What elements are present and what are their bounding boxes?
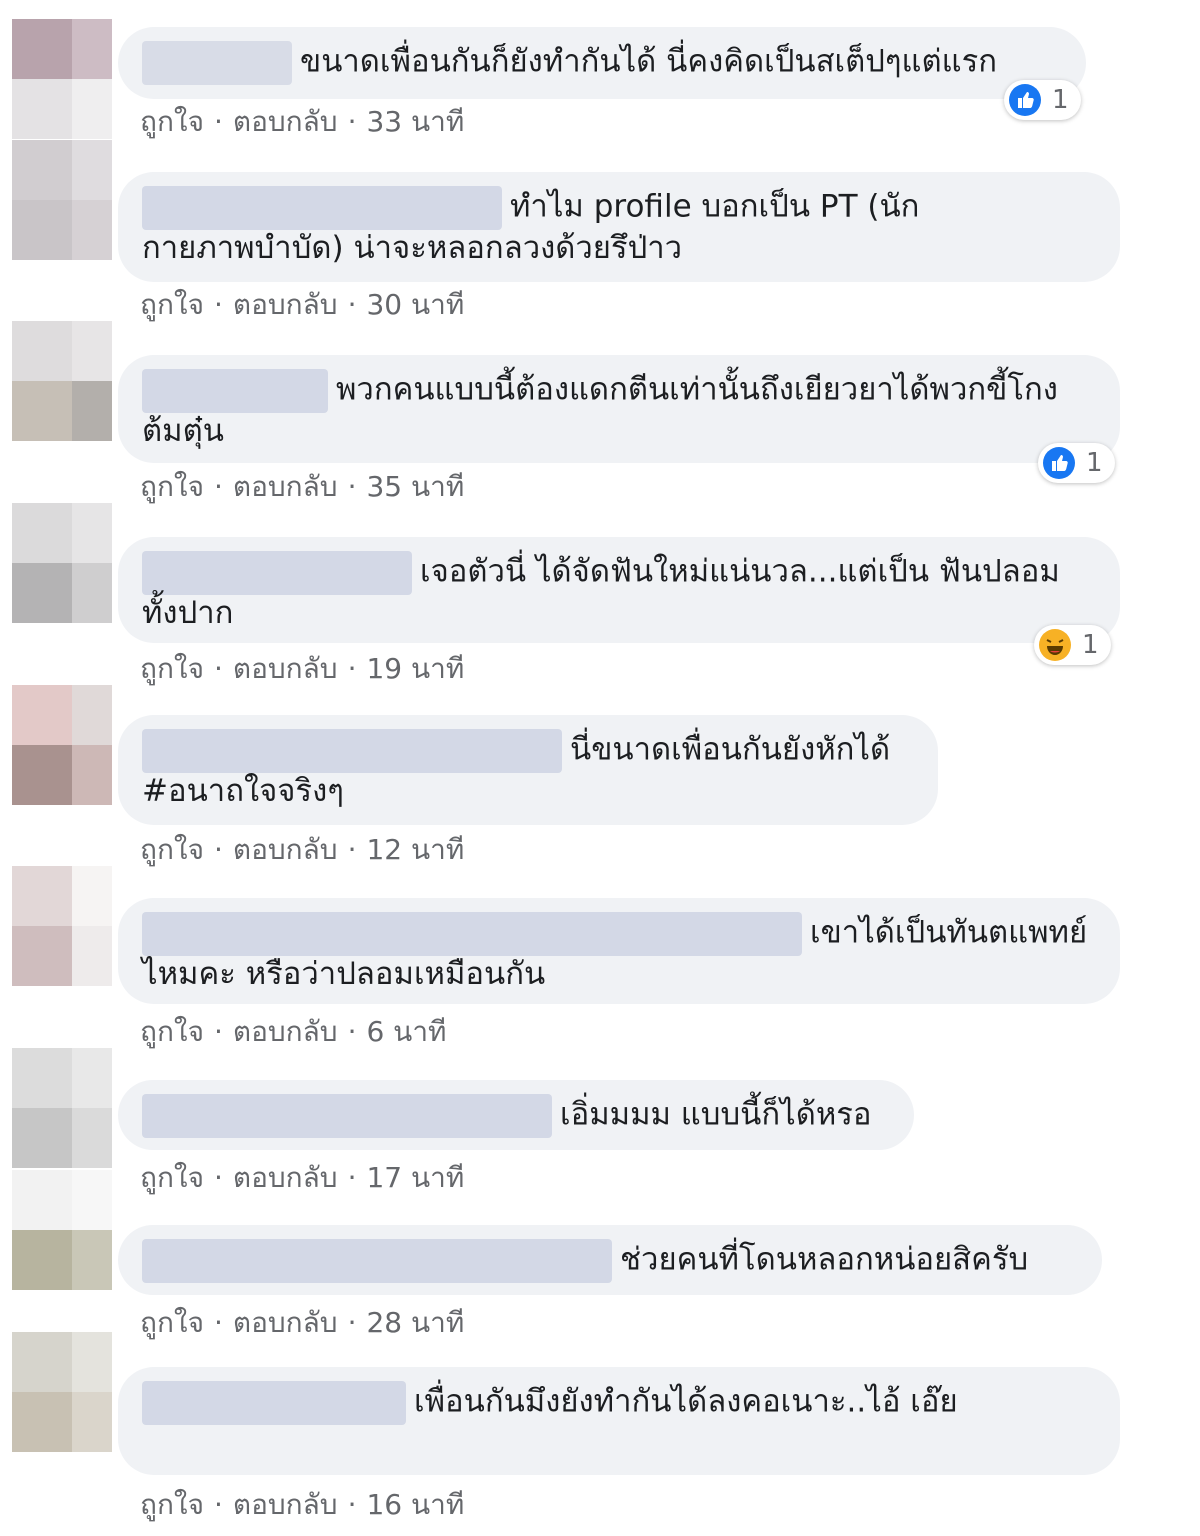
avatar[interactable] (12, 685, 112, 805)
haha-icon (1038, 628, 1072, 662)
comment-actions: ถูกใจ · ตอบกลับ · 35 นาที (140, 470, 465, 503)
reply-link[interactable]: ตอบกลับ (233, 1161, 338, 1194)
blurred-author-name[interactable] (142, 551, 412, 595)
avatar[interactable] (12, 140, 112, 260)
comment-bubble: เจอตัวนี่ ได้จัดฟันใหม่แน่นวล...แต่เป็น … (118, 537, 1120, 643)
comment-bubble: ช่วยคนที่โดนหลอกหน่อยสิครับ (118, 1225, 1102, 1295)
comment-text: ขนาดเพื่อนกันก็ยังทำกันได้ นี่คงคิดเป็นส… (300, 43, 998, 80)
like-link[interactable]: ถูกใจ (140, 833, 204, 866)
comment-time[interactable]: 30 นาที (366, 288, 464, 321)
blurred-author-name[interactable] (142, 912, 802, 956)
reaction-count[interactable]: 1 (1004, 80, 1081, 120)
avatar[interactable] (12, 866, 112, 986)
comment-time[interactable]: 17 นาที (366, 1161, 464, 1194)
comment-time[interactable]: 35 นาที (366, 470, 464, 503)
blurred-author-name[interactable] (142, 1381, 406, 1425)
reply-link[interactable]: ตอบกลับ (233, 288, 338, 321)
reply-link[interactable]: ตอบกลับ (233, 1488, 338, 1521)
reaction-count-text: 1 (1086, 448, 1103, 478)
like-link[interactable]: ถูกใจ (140, 470, 204, 503)
comment-time[interactable]: 16 นาที (366, 1488, 464, 1521)
avatar[interactable] (12, 1170, 112, 1290)
like-link[interactable]: ถูกใจ (140, 1488, 204, 1521)
like-link[interactable]: ถูกใจ (140, 1161, 204, 1194)
avatar[interactable] (12, 1332, 112, 1452)
comment-bubble: ขนาดเพื่อนกันก็ยังทำกันได้ นี่คงคิดเป็นส… (118, 27, 1086, 99)
reaction-count-text: 1 (1082, 630, 1099, 660)
blurred-author-name[interactable] (142, 186, 502, 230)
blurred-author-name[interactable] (142, 41, 292, 85)
comment-time[interactable]: 19 นาที (366, 652, 464, 685)
comment-actions: ถูกใจ · ตอบกลับ · 6 นาที (140, 1015, 447, 1048)
reply-link[interactable]: ตอบกลับ (233, 1306, 338, 1339)
blurred-author-name[interactable] (142, 1239, 612, 1283)
comment-actions: ถูกใจ · ตอบกลับ · 17 นาที (140, 1161, 465, 1194)
comment-time[interactable]: 28 นาที (366, 1306, 464, 1339)
avatar[interactable] (12, 19, 112, 139)
avatar[interactable] (12, 1048, 112, 1168)
reply-link[interactable]: ตอบกลับ (233, 105, 338, 138)
comment-text: ช่วยคนที่โดนหลอกหน่อยสิครับ (620, 1241, 1029, 1278)
reaction-count[interactable]: 1 (1038, 443, 1115, 483)
comment-text: เอิ่มมมม แบบนี้ก็ได้หรอ (560, 1096, 872, 1133)
comment-actions: ถูกใจ · ตอบกลับ · 12 นาที (140, 833, 465, 866)
comment-text: เพื่อนกันมึงยังทำกันได้ลงคอเนาะ..ไอ้ เอ๊… (414, 1383, 958, 1420)
blurred-author-name[interactable] (142, 369, 328, 413)
comment-actions: ถูกใจ · ตอบกลับ · 16 นาที (140, 1488, 465, 1521)
comment-time[interactable]: 6 นาที (366, 1015, 446, 1048)
comment-bubble: นี่ขนาดเพื่อนกันยังหักได้ #อนาถใจจริงๆ (118, 715, 938, 825)
comment-bubble: ทำไม profile บอกเป็น PT (นักกายภาพบำบัด)… (118, 172, 1120, 282)
like-link[interactable]: ถูกใจ (140, 652, 204, 685)
avatar[interactable] (12, 503, 112, 623)
reaction-count[interactable]: 1 (1034, 625, 1111, 665)
reaction-count-text: 1 (1052, 85, 1069, 115)
like-link[interactable]: ถูกใจ (140, 1306, 204, 1339)
comment-bubble: เอิ่มมมม แบบนี้ก็ได้หรอ (118, 1080, 914, 1150)
avatar[interactable] (12, 321, 112, 441)
comment-actions: ถูกใจ · ตอบกลับ · 28 นาที (140, 1306, 465, 1339)
comment-actions: ถูกใจ · ตอบกลับ · 30 นาที (140, 288, 465, 321)
reply-link[interactable]: ตอบกลับ (233, 652, 338, 685)
blurred-author-name[interactable] (142, 729, 562, 773)
like-icon (1042, 446, 1076, 480)
comment-time[interactable]: 33 นาที (366, 105, 464, 138)
reply-link[interactable]: ตอบกลับ (233, 1015, 338, 1048)
reply-link[interactable]: ตอบกลับ (233, 470, 338, 503)
like-link[interactable]: ถูกใจ (140, 105, 204, 138)
blurred-author-name[interactable] (142, 1094, 552, 1138)
comment-actions: ถูกใจ · ตอบกลับ · 19 นาที (140, 652, 465, 685)
like-link[interactable]: ถูกใจ (140, 288, 204, 321)
comment-bubble: พวกคนแบบนี้ต้องแดกตีนเท่านั้นถึงเยียวยาไ… (118, 355, 1120, 463)
comment-actions: ถูกใจ · ตอบกลับ · 33 นาที (140, 105, 465, 138)
comment-time[interactable]: 12 นาที (366, 833, 464, 866)
reply-link[interactable]: ตอบกลับ (233, 833, 338, 866)
like-link[interactable]: ถูกใจ (140, 1015, 204, 1048)
like-icon (1008, 83, 1042, 117)
comment-bubble: เขาได้เป็นทันตแพทย์ไหมคะ หรือว่าปลอมเหมื… (118, 898, 1120, 1004)
comment-bubble: เพื่อนกันมึงยังทำกันได้ลงคอเนาะ..ไอ้ เอ๊… (118, 1367, 1120, 1475)
